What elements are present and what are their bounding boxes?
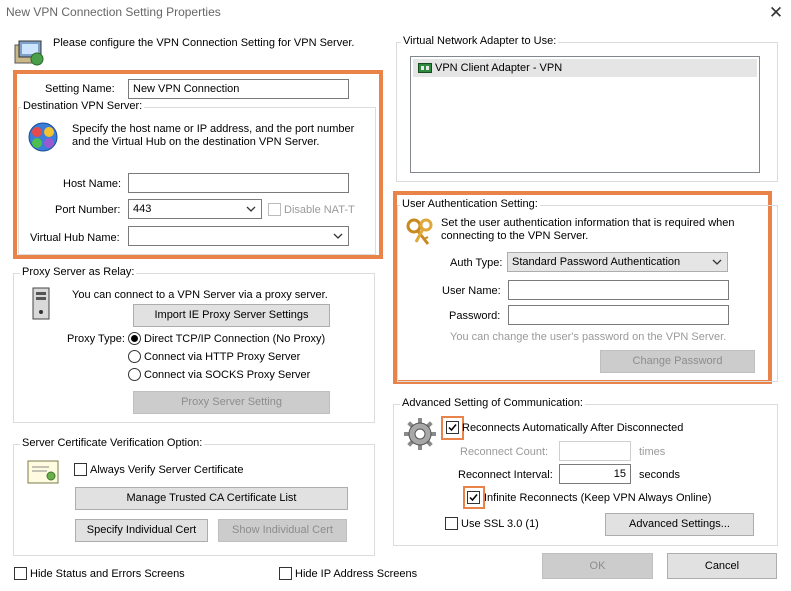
reconnect-count-input[interactable] bbox=[559, 441, 631, 461]
window-title: New VPN Connection Setting Properties bbox=[6, 5, 221, 19]
radio-http-proxy[interactable] bbox=[128, 350, 141, 363]
use-ssl3-checkbox[interactable] bbox=[445, 517, 458, 530]
always-verify-checkbox[interactable] bbox=[74, 463, 87, 476]
radio-selected-dot bbox=[131, 335, 138, 342]
user-name-label: User Name: bbox=[442, 285, 501, 297]
adapter-list-item[interactable]: VPN Client Adapter - VPN bbox=[413, 59, 757, 77]
auth-description-2: connecting to the VPN Server. bbox=[441, 230, 589, 242]
disable-nat-checkbox[interactable] bbox=[268, 203, 281, 216]
proxy-group-title: Proxy Server as Relay: bbox=[20, 266, 137, 278]
advanced-group-title: Advanced Setting of Communication: bbox=[400, 397, 585, 409]
reconnect-interval-label: Reconnect Interval: bbox=[458, 469, 553, 481]
reconnect-count-label: Reconnect Count: bbox=[460, 446, 549, 458]
chevron-down-icon bbox=[712, 259, 722, 265]
reconnect-interval-input[interactable]: 15 bbox=[559, 464, 631, 484]
checkmark-icon bbox=[448, 424, 457, 432]
hide-ip-checkbox[interactable] bbox=[279, 567, 292, 580]
adapter-list-item-label: VPN Client Adapter - VPN bbox=[435, 62, 563, 74]
close-icon[interactable]: ✕ bbox=[766, 3, 786, 23]
host-name-input[interactable] bbox=[128, 173, 349, 193]
network-adapter-icon bbox=[418, 62, 432, 74]
virtual-hub-select[interactable] bbox=[128, 226, 349, 246]
cancel-button[interactable]: Cancel bbox=[667, 553, 777, 579]
setting-name-label: Setting Name: bbox=[45, 83, 115, 95]
auth-group-title: User Authentication Setting: bbox=[400, 198, 540, 210]
certificate-icon bbox=[27, 459, 59, 485]
port-number-select[interactable]: 443 bbox=[128, 199, 262, 219]
user-name-input[interactable] bbox=[508, 280, 729, 300]
password-input[interactable] bbox=[508, 305, 729, 325]
radio-socks-proxy[interactable] bbox=[128, 368, 141, 381]
reconnect-interval-unit: seconds bbox=[639, 469, 680, 481]
port-number-value: 443 bbox=[133, 203, 152, 215]
setting-name-input[interactable]: New VPN Connection bbox=[128, 79, 349, 99]
reconnect-count-unit: times bbox=[639, 446, 666, 458]
keys-icon bbox=[404, 216, 436, 248]
always-verify-label: Always Verify Server Certificate bbox=[90, 464, 244, 476]
destination-group-title: Destination VPN Server: bbox=[21, 100, 145, 112]
radio-socks-proxy-label: Connect via SOCKS Proxy Server bbox=[144, 369, 311, 381]
radio-http-proxy-label: Connect via HTTP Proxy Server bbox=[144, 351, 301, 363]
hide-status-checkbox[interactable] bbox=[14, 567, 27, 580]
chevron-down-icon bbox=[246, 206, 256, 212]
password-label: Password: bbox=[449, 310, 501, 322]
hide-status-label: Hide Status and Errors Screens bbox=[30, 568, 185, 580]
reconnect-auto-checkbox[interactable] bbox=[446, 421, 459, 434]
host-name-label: Host Name: bbox=[63, 178, 122, 190]
header-instruction: Please configure the VPN Connection Sett… bbox=[53, 37, 355, 49]
proxy-server-setting-button[interactable]: Proxy Server Setting bbox=[133, 391, 330, 414]
auth-description-1: Set the user authentication information … bbox=[441, 217, 735, 229]
port-number-label: Port Number: bbox=[55, 204, 121, 216]
reconnect-auto-label: Reconnects Automatically After Disconnec… bbox=[462, 422, 684, 434]
virtual-hub-label: Virtual Hub Name: bbox=[30, 232, 120, 244]
checkmark-icon bbox=[469, 494, 478, 502]
change-password-button[interactable]: Change Password bbox=[600, 350, 755, 373]
destination-description-1: Specify the host name or IP address, and… bbox=[72, 123, 355, 135]
certificate-group-title: Server Certificate Verification Option: bbox=[20, 437, 205, 449]
import-ie-proxy-button[interactable]: Import IE Proxy Server Settings bbox=[133, 304, 330, 327]
infinite-reconnects-label: Infinite Reconnects (Keep VPN Always Onl… bbox=[484, 492, 712, 504]
show-individual-cert-button[interactable]: Show Individual Cert bbox=[218, 519, 347, 542]
adapter-list[interactable]: VPN Client Adapter - VPN bbox=[410, 56, 760, 173]
disable-nat-label: Disable NAT-T bbox=[284, 204, 355, 216]
ok-button[interactable]: OK bbox=[542, 553, 653, 579]
auth-type-select[interactable]: Standard Password Authentication bbox=[507, 252, 728, 272]
server-globe-icon bbox=[27, 121, 59, 153]
proxy-description: You can connect to a VPN Server via a pr… bbox=[72, 289, 328, 301]
gear-icon bbox=[403, 417, 437, 451]
destination-description-2: and the Virtual Hub on the destination V… bbox=[72, 136, 320, 148]
use-ssl3-label: Use SSL 3.0 (1) bbox=[461, 518, 539, 530]
adapter-group-title: Virtual Network Adapter to Use: bbox=[401, 35, 559, 47]
chevron-down-icon bbox=[333, 233, 343, 239]
password-hint: You can change the user's password on th… bbox=[450, 331, 727, 343]
proxy-type-label: Proxy Type: bbox=[67, 333, 125, 345]
infinite-reconnects-checkbox[interactable] bbox=[467, 491, 480, 504]
radio-direct-connection[interactable] bbox=[128, 332, 141, 345]
vpn-settings-icon bbox=[13, 37, 45, 67]
manage-trusted-ca-button[interactable]: Manage Trusted CA Certificate List bbox=[75, 487, 348, 510]
specify-individual-cert-button[interactable]: Specify Individual Cert bbox=[75, 519, 208, 542]
auth-type-value: Standard Password Authentication bbox=[512, 256, 681, 268]
auth-type-label: Auth Type: bbox=[450, 257, 503, 269]
advanced-settings-button[interactable]: Advanced Settings... bbox=[605, 513, 754, 536]
radio-direct-connection-label: Direct TCP/IP Connection (No Proxy) bbox=[144, 333, 326, 345]
proxy-server-icon bbox=[30, 287, 52, 321]
hide-ip-label: Hide IP Address Screens bbox=[295, 568, 418, 580]
